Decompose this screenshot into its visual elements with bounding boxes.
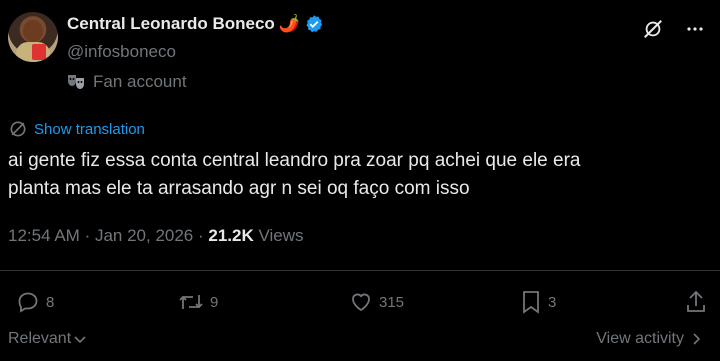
repost-count: 9	[210, 293, 219, 311]
show-translation-link[interactable]: Show translation	[8, 119, 145, 139]
fan-account-text: Fan account	[93, 72, 187, 91]
chevron-right-icon	[692, 332, 702, 346]
repost-button[interactable]: 9	[178, 290, 218, 314]
more-options-icon[interactable]	[686, 26, 704, 32]
share-button[interactable]	[684, 290, 708, 314]
author-name[interactable]: Central Leonardo Boneco	[67, 14, 275, 34]
post-text: ai gente fiz essa conta central leandro …	[8, 147, 698, 203]
view-activity-text[interactable]: View activity	[596, 330, 684, 348]
meta-separator: ·	[84, 226, 95, 245]
like-button[interactable]: 315	[349, 290, 404, 314]
chevron-down-icon	[73, 332, 87, 346]
avatar-bag	[32, 44, 46, 60]
view-activity-link[interactable]: View activity	[596, 330, 702, 348]
author-handle[interactable]: @infosboneco	[67, 42, 176, 62]
bookmark-button[interactable]: 3	[520, 290, 556, 314]
reply-count: 8	[46, 293, 55, 311]
views-count: 21.2K	[208, 226, 254, 245]
grok-icon[interactable]	[642, 18, 664, 40]
heart-icon	[349, 290, 373, 314]
sort-label[interactable]: Relevant	[8, 330, 71, 348]
reply-icon	[16, 290, 40, 314]
like-count: 315	[379, 293, 405, 311]
post-time[interactable]: 12:54 AM	[8, 226, 80, 245]
bookmark-icon	[520, 290, 542, 314]
views-label: Views	[258, 226, 304, 245]
top-actions	[642, 18, 704, 40]
post-text-line-1: ai gente fiz essa conta central leandro …	[8, 150, 581, 171]
verified-badge-icon	[304, 14, 324, 34]
divider	[0, 270, 720, 271]
pepper-emoji: 🌶️	[278, 14, 300, 33]
avatar-face	[23, 20, 43, 42]
post-date[interactable]: Jan 20, 2026	[95, 226, 193, 245]
post-text-line-2: planta mas ele ta arrasando agr n sei oq…	[8, 178, 470, 199]
post-meta: 12:54 AM · Jan 20, 2026 · 21.2K Views	[8, 226, 304, 246]
avatar[interactable]	[8, 12, 58, 62]
translate-icon	[8, 119, 28, 139]
reply-button[interactable]: 8	[16, 290, 54, 314]
show-translation-text[interactable]: Show translation	[34, 121, 145, 138]
fan-account-label: Fan account	[67, 72, 187, 92]
meta-separator: ·	[198, 226, 209, 245]
sort-replies-dropdown[interactable]: Relevant	[8, 330, 87, 348]
repost-icon	[178, 290, 204, 314]
author-name-row[interactable]: Central Leonardo Boneco 🌶️	[67, 14, 324, 34]
theater-masks-icon	[67, 74, 85, 90]
share-icon	[684, 290, 708, 314]
bookmark-count: 3	[548, 293, 557, 311]
action-bar: 8 9 315 3	[0, 290, 720, 314]
